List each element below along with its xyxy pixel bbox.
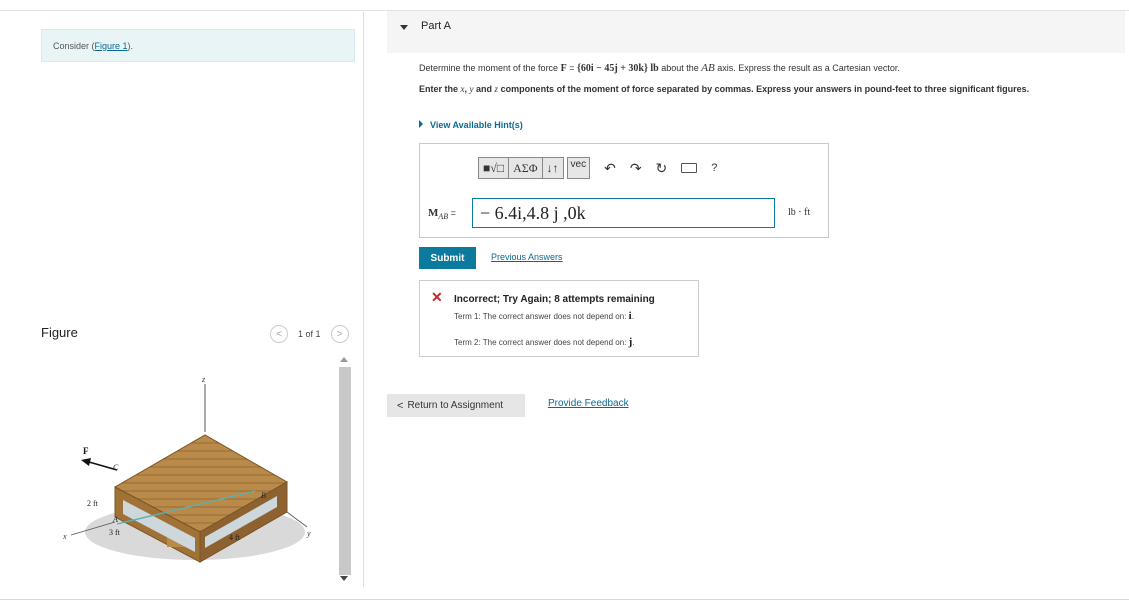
term2-text: Term 2: The correct answer does not depe… [454, 338, 629, 347]
prev-figure-button[interactable]: < [270, 325, 288, 343]
undo-icon[interactable]: ↶ [604, 160, 616, 177]
redo-icon[interactable]: ↷ [630, 160, 642, 177]
part-a-title: Part A [421, 20, 451, 32]
answer-unit: lb · ft [788, 207, 811, 218]
point-c-label: C [113, 463, 119, 472]
question-prefix: Determine the moment of the force [419, 63, 561, 73]
term2-end: . [632, 338, 635, 347]
swap-button[interactable]: ↓↑ [543, 158, 563, 178]
expand-triangle-icon [419, 120, 423, 128]
consider-prefix: Consider ( [53, 41, 95, 51]
reset-icon[interactable]: ↻ [656, 160, 668, 177]
math-toolbar: ■√□ ΑΣΦ ↓↑ vec ↶ ↷ ↻ ? [478, 157, 717, 179]
hint-label: View Available Hint(s) [430, 120, 523, 130]
answer-input[interactable]: − 6.4i,4.8 j ,0k [472, 198, 775, 228]
equals-sign: = [566, 63, 577, 73]
help-button[interactable]: ? [711, 162, 717, 174]
greek-button[interactable]: ΑΣΦ [509, 158, 543, 178]
axis-name: AB [701, 62, 715, 74]
figure-pager: < 1 of 1 > [270, 325, 349, 343]
moment-symbol: M [428, 207, 439, 219]
point-b-label: B [261, 491, 266, 500]
moment-subscript: AB [438, 212, 449, 222]
template-button[interactable]: ■√□ [479, 158, 510, 178]
provide-feedback-link[interactable]: Provide Feedback [548, 398, 629, 409]
return-label: Return to Assignment [407, 400, 504, 411]
scroll-down-arrow[interactable] [340, 576, 348, 581]
instruction-p1: Enter the [419, 84, 461, 94]
question-suffix: axis. Express the result as a Cartesian … [714, 63, 900, 73]
instruction-p2: components of the moment of force separa… [498, 84, 1030, 94]
pane-divider [363, 12, 364, 587]
force-expression: {60i − 45j + 30k} lb [576, 63, 659, 74]
keyboard-icon[interactable] [681, 163, 698, 173]
x-axis-label: x [62, 532, 67, 541]
box-figure: z F C B A 2 ft 3 ft 4 ft x y [62, 375, 311, 563]
term1-end: . [631, 312, 634, 321]
force-label: F [83, 446, 89, 456]
figure-scrollbar[interactable] [337, 353, 351, 585]
scroll-up-arrow[interactable] [340, 357, 348, 362]
instruction-text: Enter the x, y and z components of the m… [419, 83, 1109, 96]
answer-variable: MAB = [428, 207, 456, 221]
next-figure-button[interactable]: > [330, 325, 349, 343]
scroll-thumb[interactable] [339, 367, 351, 575]
return-to-assignment-button[interactable]: < Return to Assignment [387, 394, 525, 417]
question-mid: about the [658, 63, 702, 73]
dim-4ft-label: 4 ft [229, 533, 241, 542]
feedback-message: Incorrect; Try Again; 8 attempts remaini… [454, 294, 655, 305]
consider-banner: Consider (Figure 1). [41, 29, 355, 62]
answer-panel: ■√□ ΑΣΦ ↓↑ vec ↶ ↷ ↻ ? MAB = − 6.4i,4.8 … [419, 143, 829, 238]
y-axis-label: y [306, 529, 311, 538]
submit-button[interactable]: Submit [419, 247, 476, 269]
previous-answers-link[interactable]: Previous Answers [491, 252, 563, 262]
bottom-divider [0, 599, 1129, 600]
part-a-header[interactable]: Part A [387, 11, 1125, 53]
term2-feedback: Term 2: The correct answer does not depe… [454, 336, 635, 348]
term1-text: Term 1: The correct answer does not depe… [454, 312, 629, 321]
collapse-caret-icon[interactable] [400, 25, 408, 30]
template-group: ■√□ ΑΣΦ ↓↑ [478, 157, 564, 179]
figure-count: 1 of 1 [298, 329, 321, 339]
consider-suffix: ). [127, 41, 134, 51]
question-text: Determine the moment of the force F = {6… [419, 62, 900, 74]
vec-button[interactable]: vec [566, 157, 591, 179]
answer-equals: = [448, 208, 456, 218]
figure-heading: Figure [41, 325, 78, 340]
z-axis-label: z [201, 375, 206, 384]
incorrect-icon: ✕ [431, 289, 443, 305]
instruction-and: and [473, 84, 495, 94]
feedback-panel: ✕ Incorrect; Try Again; 8 attempts remai… [419, 280, 699, 357]
figure-link[interactable]: Figure 1 [95, 41, 128, 51]
chevron-left-icon: < [397, 399, 404, 412]
dim-2ft-label: 2 ft [87, 499, 99, 508]
term1-feedback: Term 1: The correct answer does not depe… [454, 310, 634, 322]
dim-3ft-label: 3 ft [109, 528, 121, 537]
view-hints-link[interactable]: View Available Hint(s) [419, 120, 523, 130]
